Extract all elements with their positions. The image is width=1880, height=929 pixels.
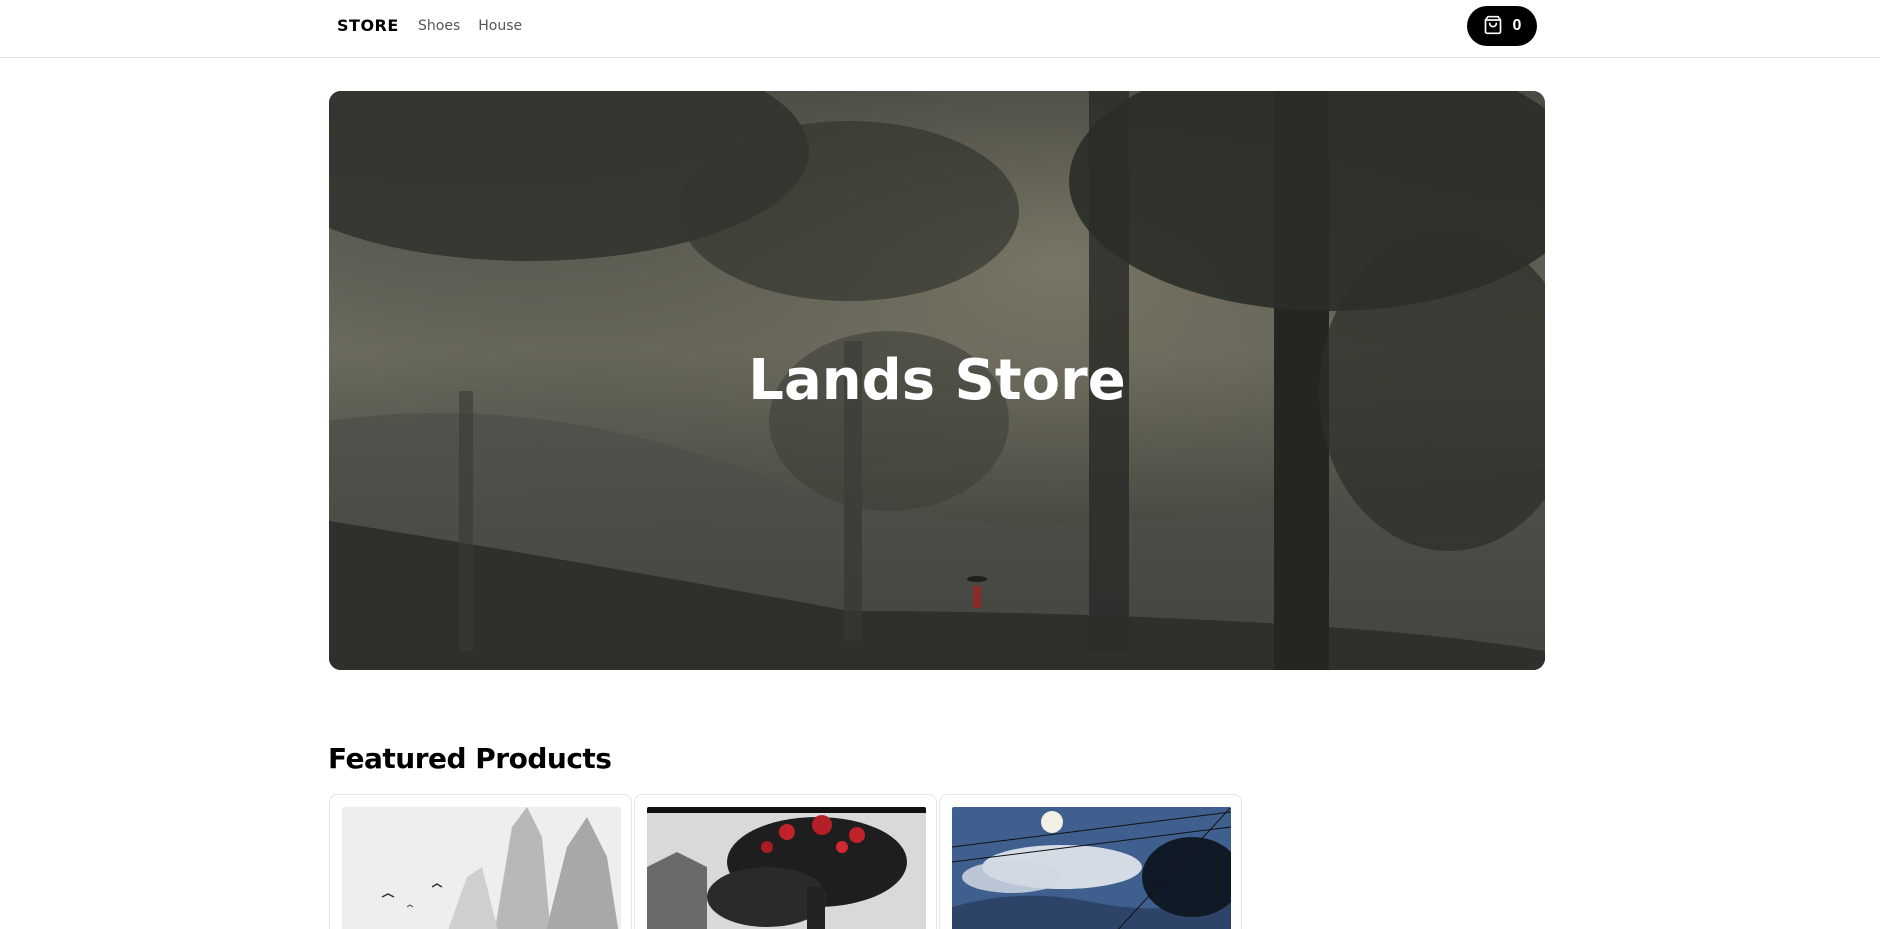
category-nav: Shoes House	[418, 18, 522, 34]
product-card[interactable]	[329, 794, 632, 929]
hero-banner: Lands Store	[329, 91, 1545, 670]
product-image-misty-mountains[interactable]	[342, 807, 621, 929]
top-navbar: STORE Shoes House 0	[0, 0, 1880, 58]
product-image-moonlit-night[interactable]	[952, 807, 1231, 929]
product-image-red-blossom-tree[interactable]	[647, 807, 926, 929]
cart-button[interactable]: 0	[1467, 6, 1537, 46]
product-card[interactable]	[634, 794, 937, 929]
nav-link-shoes[interactable]: Shoes	[418, 18, 460, 34]
shopping-bag-icon	[1483, 15, 1503, 38]
cart-count: 0	[1512, 17, 1522, 34]
hero-title: Lands Store	[748, 348, 1126, 413]
featured-products-heading: Featured Products	[328, 742, 612, 775]
nav-link-house[interactable]: House	[478, 18, 522, 34]
navbar-container: STORE Shoes House 0	[329, 0, 1537, 58]
brand-logo-link[interactable]: STORE	[337, 16, 399, 35]
product-grid	[329, 794, 1242, 929]
product-card[interactable]	[939, 794, 1242, 929]
